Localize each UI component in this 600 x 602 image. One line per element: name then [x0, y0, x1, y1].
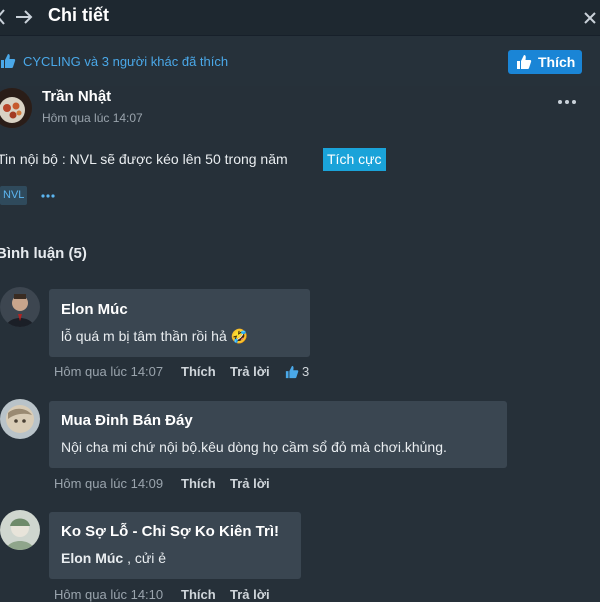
comment-reply-link[interactable]: Trả lời — [230, 364, 270, 379]
comment-timestamp: Hôm qua lúc 14:09 — [54, 476, 164, 491]
comment-author[interactable]: Ko Sợ Lỗ - Chỉ Sợ Ko Kiên Trì! — [61, 523, 279, 540]
comment-text: lỗ quá m bị tâm thần rồi hả 🤣 — [61, 328, 249, 344]
sentiment-badge: Tích cực — [323, 148, 386, 171]
thumbs-up-icon — [0, 53, 16, 69]
comment-author[interactable]: Mua Đỉnh Bán Đáy — [61, 412, 193, 429]
avatar[interactable] — [0, 287, 40, 327]
thumbs-up-icon — [516, 54, 532, 70]
post-timestamp: Hôm qua lúc 14:07 — [42, 111, 143, 125]
comments-heading: Bình luận (5) — [0, 245, 87, 262]
comment-author[interactable]: Elon Múc — [61, 301, 128, 318]
comment-like-link[interactable]: Thích — [181, 364, 216, 379]
thumbs-up-icon — [285, 365, 299, 379]
comment-like-count[interactable]: 3 — [302, 364, 309, 379]
avatar[interactable] — [0, 510, 40, 550]
close-icon[interactable] — [580, 8, 600, 28]
like-button[interactable]: Thích — [508, 50, 582, 74]
stock-tag[interactable]: NVL — [0, 186, 28, 205]
avatar[interactable] — [0, 88, 32, 128]
comment-mention[interactable]: Elon Múc — [61, 550, 123, 566]
comment-like-link[interactable]: Thích — [181, 476, 216, 491]
comment-text: Elon Múc , cửi ẻ — [61, 550, 166, 566]
post-body: Tin nội bộ : NVL sẽ được kéo lên 50 tron… — [0, 151, 288, 167]
comment-timestamp: Hôm qua lúc 14:07 — [54, 364, 164, 379]
page-title: Chi tiết — [48, 5, 109, 25]
comment-text-body: , cửi ẻ — [123, 550, 167, 566]
comment-bubble — [49, 289, 310, 357]
likes-summary-text[interactable]: CYCLING và 3 người khác đã thích — [23, 54, 228, 69]
like-button-label: Thích — [538, 54, 576, 70]
arrow-left-icon[interactable] — [0, 7, 8, 27]
comment-text: Nội cha mi chứ nội bộ.kêu dòng họ cầm sổ… — [61, 439, 447, 455]
comment-reply-link[interactable]: Trả lời — [230, 476, 270, 491]
avatar[interactable] — [0, 399, 40, 439]
more-options-icon[interactable] — [557, 95, 577, 109]
post-author[interactable]: Trần Nhật — [42, 88, 111, 105]
arrow-right-icon[interactable] — [13, 6, 35, 28]
more-tags-icon[interactable] — [40, 189, 56, 201]
